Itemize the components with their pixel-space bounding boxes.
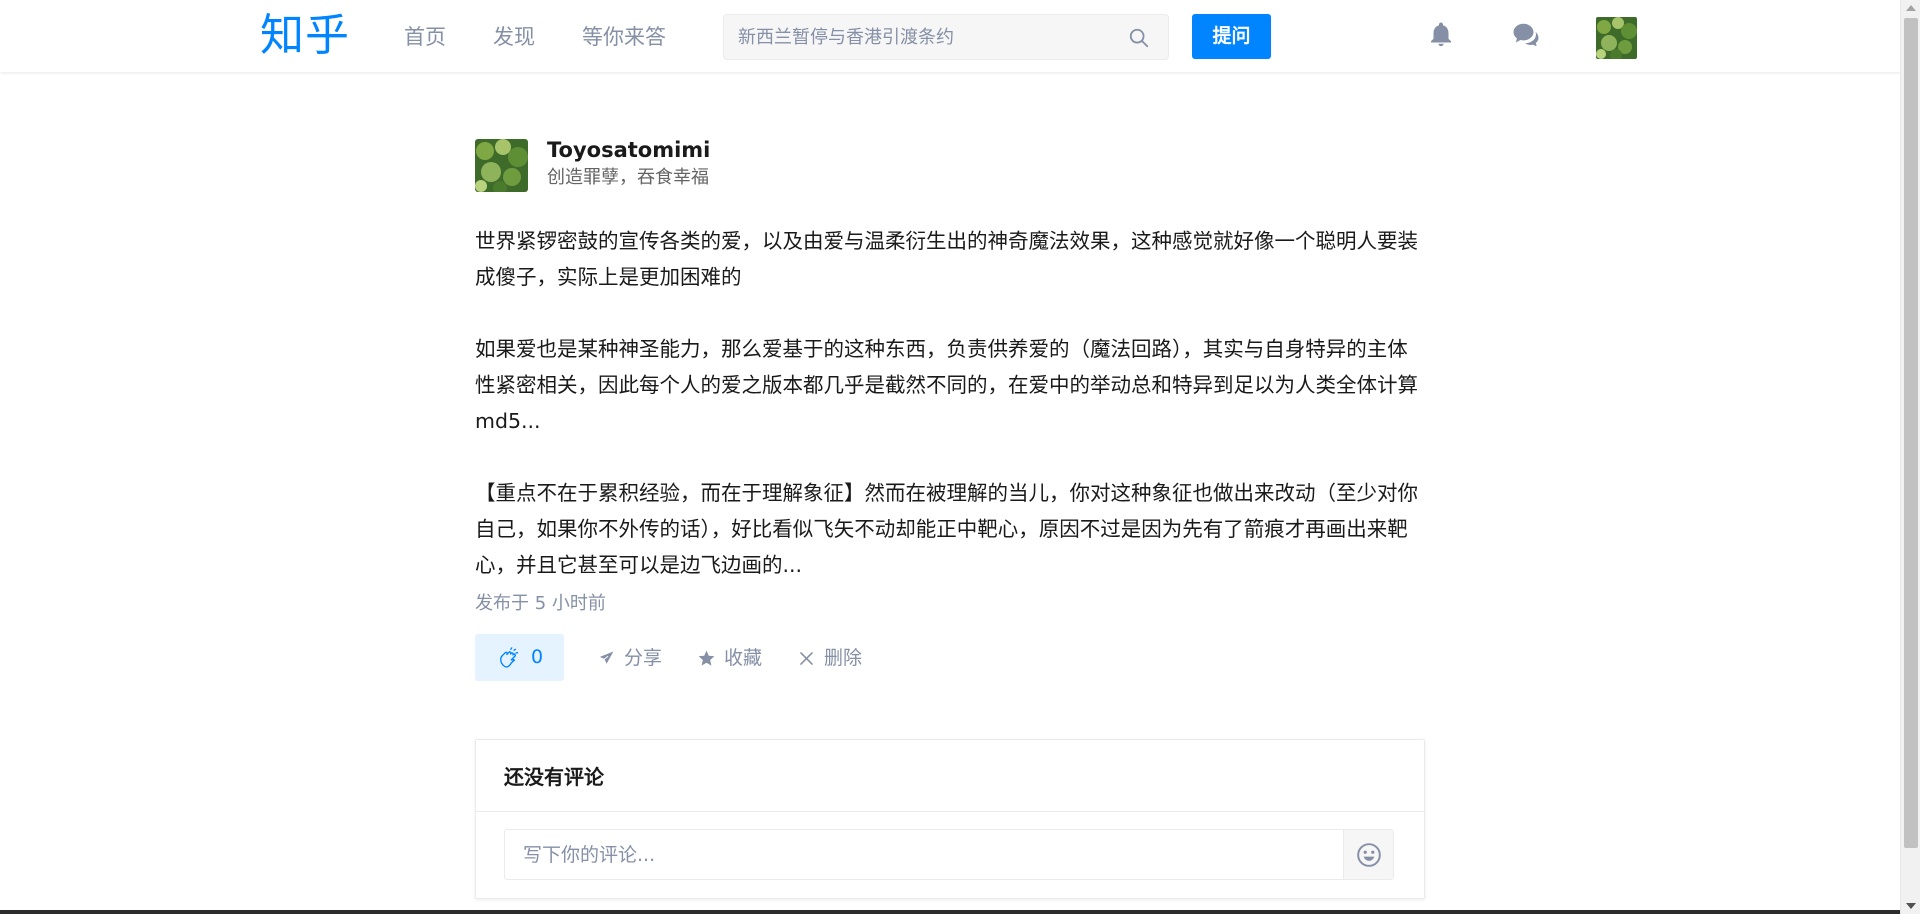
search-icon[interactable]	[1128, 27, 1150, 49]
publish-time: 发布于 5 小时前	[475, 593, 606, 614]
messages-icon[interactable]	[1511, 20, 1541, 50]
answer-paragraph: 【重点不在于累积经验，而在于理解象征】然而在被理解的当儿，你对这种象征也做出来改…	[475, 481, 1418, 577]
nav-discover[interactable]: 发现	[493, 24, 535, 50]
comment-input[interactable]	[505, 830, 1343, 879]
window-bottom-edge	[0, 910, 1900, 914]
zhihu-logo[interactable]: 知乎	[260, 8, 350, 64]
answer-content: 世界紧锣密鼓的宣传各类的爱，以及由爱与温柔衍生出的神奇魔法效果，这种感觉就好像一…	[475, 223, 1425, 583]
comments-title: 还没有评论	[504, 765, 604, 789]
scroll-up-arrow-icon[interactable]	[1906, 5, 1916, 11]
star-icon	[698, 650, 715, 666]
author-bio: 创造罪孽，吞食幸福	[547, 167, 709, 188]
bell-icon[interactable]	[1426, 20, 1456, 50]
paper-plane-icon	[598, 650, 615, 666]
answer-paragraph: 世界紧锣密鼓的宣传各类的爱，以及由爱与温柔衍生出的神奇魔法效果，这种感觉就好像一…	[475, 229, 1418, 289]
ask-question-button[interactable]: 提问	[1192, 14, 1271, 59]
user-avatar[interactable]	[1596, 17, 1637, 59]
scrollbar-thumb[interactable]	[1904, 18, 1918, 848]
smiley-icon	[1357, 843, 1381, 867]
comments-panel: 还没有评论	[475, 739, 1425, 899]
divider	[476, 811, 1424, 812]
emoji-button[interactable]	[1343, 830, 1393, 879]
comment-box	[504, 829, 1394, 880]
author-avatar[interactable]	[475, 139, 528, 192]
vote-count: 0	[531, 646, 544, 668]
answer-paragraph: 如果爱也是某种神圣能力，那么爱基于的这种东西，负责供养爱的（魔法回路），其实与自…	[475, 337, 1418, 433]
clap-icon	[500, 647, 519, 668]
vertical-scrollbar[interactable]	[1900, 0, 1920, 914]
top-header: 知乎 首页 发现 等你来答 提问	[0, 0, 1900, 72]
nav-waiting-answers[interactable]: 等你来答	[582, 24, 666, 50]
author-name[interactable]: Toyosatomimi	[547, 137, 710, 163]
search-box	[723, 14, 1169, 60]
favorite-label: 收藏	[724, 647, 763, 669]
share-label: 分享	[624, 647, 663, 669]
search-input[interactable]	[738, 15, 1118, 59]
delete-label: 删除	[824, 647, 863, 669]
nav-home[interactable]: 首页	[404, 24, 446, 50]
scroll-down-arrow-icon[interactable]	[1906, 903, 1916, 909]
vote-button[interactable]: 0	[475, 634, 564, 681]
close-icon	[800, 652, 813, 665]
